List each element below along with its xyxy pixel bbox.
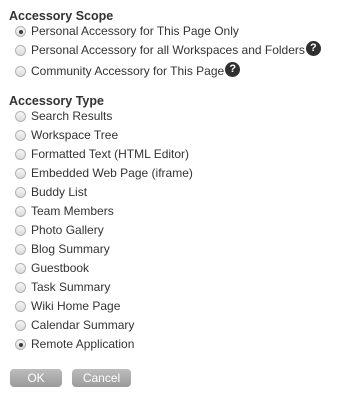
type-option-label: Wiki Home Page (31, 299, 121, 313)
type-option-label: Guestbook (31, 261, 90, 275)
radio-button[interactable] (15, 66, 26, 77)
scope-option-label: Personal Accessory for This Page Only (31, 24, 239, 38)
type-option-label: Workspace Tree (31, 128, 119, 142)
scope-option-this-page[interactable]: Personal Accessory for This Page Only (15, 23, 239, 40)
type-option-label: Calendar Summary (31, 318, 135, 332)
radio-button[interactable] (15, 320, 26, 331)
scope-option-all-workspaces[interactable]: Personal Accessory for all Workspaces an… (15, 41, 321, 59)
type-option-photo-gallery[interactable]: Photo Gallery (15, 222, 104, 239)
radio-button[interactable] (15, 168, 26, 179)
scope-option-label: Community Accessory for This Page (31, 64, 225, 78)
accessory-scope-heading: Accessory Scope (9, 9, 114, 23)
radio-button[interactable] (15, 282, 26, 293)
radio-button[interactable] (15, 187, 26, 198)
type-option-label: Photo Gallery (31, 223, 104, 237)
radio-button[interactable] (15, 244, 26, 255)
radio-button[interactable] (15, 45, 26, 56)
radio-button[interactable] (15, 339, 26, 350)
radio-button[interactable] (15, 130, 26, 141)
type-option-label: Task Summary (31, 280, 111, 294)
radio-button[interactable] (15, 111, 26, 122)
radio-button[interactable] (15, 263, 26, 274)
help-icon[interactable]: ? (225, 62, 241, 77)
type-option-label: Formatted Text (HTML Editor) (31, 147, 190, 161)
accessory-type-heading: Accessory Type (9, 94, 104, 108)
type-option-buddy-list[interactable]: Buddy List (15, 184, 87, 201)
type-option-guestbook[interactable]: Guestbook (15, 260, 89, 277)
type-option-label: Search Results (31, 109, 113, 123)
scope-option-label: Personal Accessory for all Workspaces an… (31, 43, 305, 57)
ok-button[interactable]: OK (10, 369, 62, 387)
radio-button[interactable] (15, 225, 26, 236)
type-option-remote-application[interactable]: Remote Application (15, 336, 134, 353)
type-option-formatted-text[interactable]: Formatted Text (HTML Editor) (15, 146, 189, 163)
type-option-embedded-web-page[interactable]: Embedded Web Page (iframe) (15, 165, 193, 182)
type-option-label: Team Members (31, 204, 114, 218)
radio-button[interactable] (15, 301, 26, 312)
radio-button[interactable] (15, 206, 26, 217)
type-option-task-summary[interactable]: Task Summary (15, 279, 110, 296)
type-option-label: Buddy List (31, 185, 88, 199)
type-option-blog-summary[interactable]: Blog Summary (15, 241, 110, 258)
help-icon[interactable]: ? (305, 41, 321, 56)
type-option-workspace-tree[interactable]: Workspace Tree (15, 127, 118, 144)
type-option-label: Remote Application (31, 337, 135, 351)
radio-button[interactable] (15, 149, 26, 160)
type-option-team-members[interactable]: Team Members (15, 203, 114, 220)
type-option-search-results[interactable]: Search Results (15, 108, 112, 125)
radio-button[interactable] (15, 26, 26, 37)
type-option-label: Embedded Web Page (iframe) (31, 166, 193, 180)
type-option-calendar-summary[interactable]: Calendar Summary (15, 317, 134, 334)
type-option-wiki-home-page[interactable]: Wiki Home Page (15, 298, 120, 315)
scope-option-community[interactable]: Community Accessory for This Page ? (15, 62, 241, 80)
cancel-button[interactable]: Cancel (72, 369, 131, 387)
type-option-label: Blog Summary (31, 242, 110, 256)
